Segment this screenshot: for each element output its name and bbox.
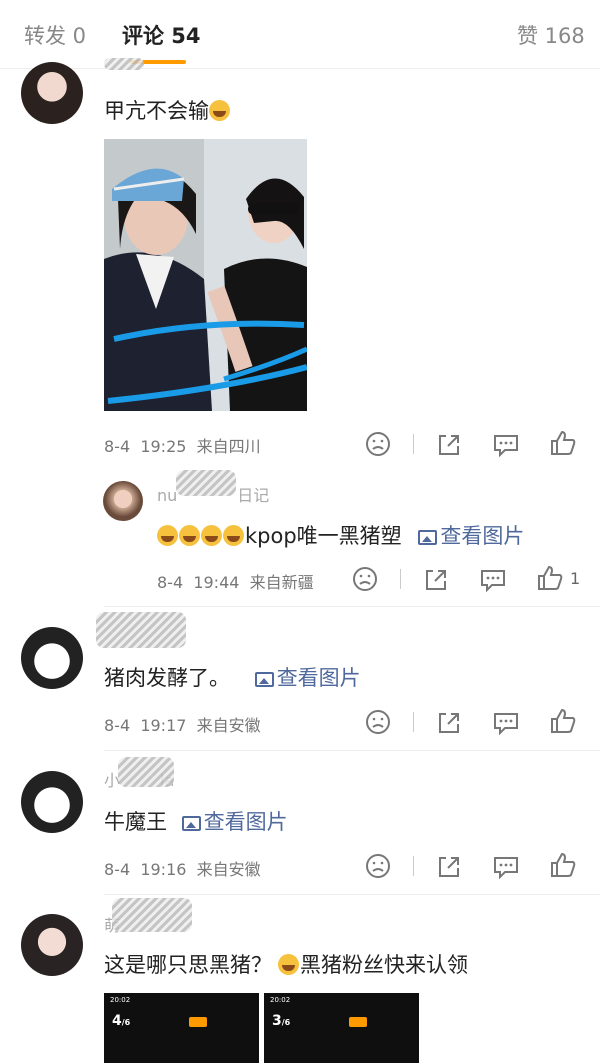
like-icon[interactable] xyxy=(548,429,578,457)
share-icon[interactable] xyxy=(434,430,464,458)
view-image-link[interactable]: 查看图片 xyxy=(254,666,361,690)
comment-tabs: 转发 0 评论 54 赞 168 xyxy=(0,0,600,69)
comment-text: 这是哪只思黑猪？ 黑猪粉丝快来认领 xyxy=(104,953,468,977)
comment-icon[interactable] xyxy=(478,565,508,593)
tab-repost[interactable]: 转发 0 xyxy=(24,20,86,50)
image-icon xyxy=(181,816,201,831)
comment-icon[interactable] xyxy=(491,430,521,458)
laugh-cry-emoji-icon xyxy=(179,525,200,546)
orange-badge xyxy=(189,1017,207,1027)
comment-icon[interactable] xyxy=(491,708,521,736)
laugh-cry-emoji-icon xyxy=(201,525,222,546)
reply-like-count: 1 xyxy=(570,569,581,588)
status-time: 20:02 xyxy=(270,996,291,1004)
tab-like[interactable]: 赞 168 xyxy=(517,20,585,50)
username-redacted[interactable] xyxy=(96,612,186,648)
username-redacted xyxy=(176,470,236,496)
view-image-link[interactable]: 查看图片 xyxy=(418,524,524,548)
reply-meta: 8-4 19:44 来自新疆 xyxy=(157,573,314,592)
username-redacted xyxy=(112,898,192,932)
dislike-icon[interactable] xyxy=(363,708,393,736)
page-indicator: 4/6 xyxy=(112,1013,131,1029)
share-icon[interactable] xyxy=(434,852,464,880)
laugh-cry-emoji-icon xyxy=(157,525,178,546)
reply-text: kpop唯一黑猪塑 查看图片 xyxy=(157,520,524,550)
share-icon[interactable] xyxy=(421,565,451,593)
orange-badge xyxy=(349,1017,367,1027)
like-icon[interactable] xyxy=(548,707,578,735)
avatar[interactable] xyxy=(21,627,83,689)
comment-divider xyxy=(104,750,600,751)
page-indicator: 3/6 xyxy=(272,1013,291,1029)
share-icon[interactable] xyxy=(434,708,464,736)
divider xyxy=(413,712,414,732)
like-icon[interactable] xyxy=(548,851,578,879)
laugh-cry-emoji-icon xyxy=(209,100,230,121)
view-image-link[interactable]: 查看图片 xyxy=(181,810,288,834)
comment-divider xyxy=(104,894,600,895)
image-icon xyxy=(418,530,438,545)
dislike-icon[interactable] xyxy=(350,565,380,593)
divider xyxy=(400,569,401,589)
comment-divider xyxy=(104,606,600,607)
avatar[interactable] xyxy=(21,914,83,976)
avatar[interactable] xyxy=(21,62,83,124)
comment-image-thumbnail[interactable]: 20:02 3/6 xyxy=(264,993,419,1063)
reply-avatar[interactable] xyxy=(103,481,143,521)
username-redacted[interactable] xyxy=(104,58,144,70)
like-icon[interactable] xyxy=(535,564,565,592)
photo-illustration xyxy=(104,139,307,411)
crying-emoji-icon xyxy=(278,954,299,975)
status-time: 20:02 xyxy=(110,996,131,1004)
comment-meta: 8-4 19:17 来自安徽 xyxy=(104,716,261,735)
dislike-icon[interactable] xyxy=(363,430,393,458)
comment-meta: 8-4 19:25 来自四川 xyxy=(104,437,261,456)
comment-text: 猪肉发酵了。 查看图片 xyxy=(104,666,361,690)
avatar[interactable] xyxy=(21,771,83,833)
divider xyxy=(413,434,414,454)
image-icon xyxy=(254,672,274,687)
username-redacted xyxy=(118,757,174,787)
tab-comment[interactable]: 评论 54 xyxy=(122,20,201,50)
comment-image[interactable] xyxy=(104,139,307,411)
comment-meta: 8-4 19:16 来自安徽 xyxy=(104,860,261,879)
laugh-cry-emoji-icon xyxy=(223,525,244,546)
comment-text: 甲亢不会输 xyxy=(104,95,231,125)
divider xyxy=(413,856,414,876)
comment-image-thumbnail[interactable]: 20:02 4/6 xyxy=(104,993,259,1063)
comment-text: 牛魔王 查看图片 xyxy=(104,810,288,834)
comment-icon[interactable] xyxy=(491,852,521,880)
dislike-icon[interactable] xyxy=(363,852,393,880)
